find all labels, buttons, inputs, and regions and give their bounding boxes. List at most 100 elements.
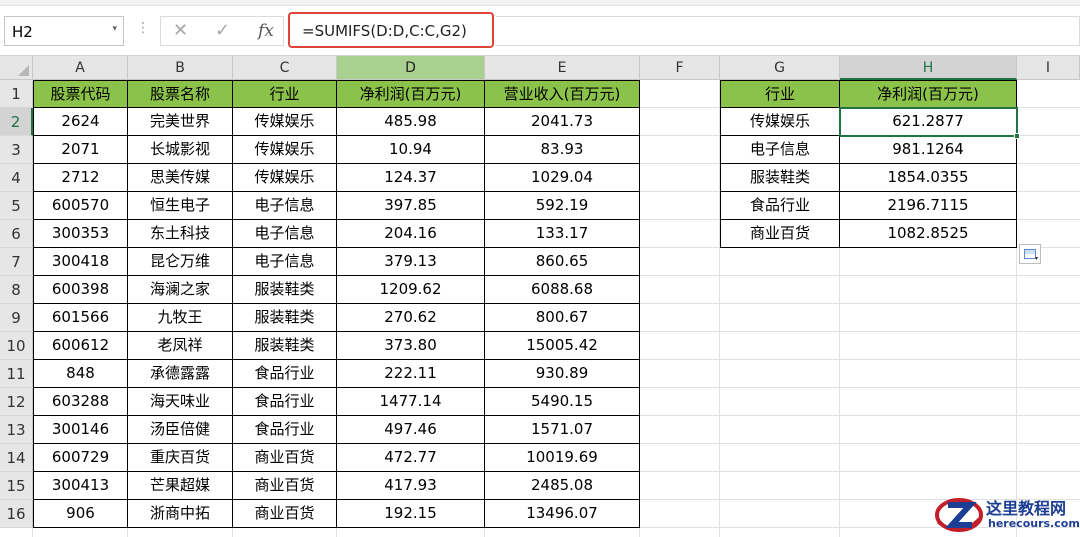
column-header-i[interactable]: I [1017, 56, 1080, 80]
left-table-cell[interactable]: 传媒娱乐 [233, 136, 337, 164]
column-header-e[interactable]: E [485, 56, 640, 80]
left-table-cell[interactable]: 2071 [33, 136, 128, 164]
row-header-14[interactable]: 14 [0, 444, 33, 472]
left-table-cell[interactable]: 860.65 [485, 248, 640, 276]
left-table-header-cell[interactable]: 股票名称 [128, 80, 233, 108]
row-header-10[interactable]: 10 [0, 332, 33, 360]
left-table-cell[interactable]: 海天味业 [128, 388, 233, 416]
row-header-8[interactable]: 8 [0, 276, 33, 304]
left-table-header-cell[interactable]: 行业 [233, 80, 337, 108]
row-header-7[interactable]: 7 [0, 248, 33, 276]
left-table-cell[interactable]: 10019.69 [485, 444, 640, 472]
column-header-g[interactable]: G [720, 56, 840, 80]
summary-table-cell[interactable]: 981.1264 [840, 136, 1017, 164]
left-table-cell[interactable]: 603288 [33, 388, 128, 416]
enter-icon[interactable]: ✓ [215, 20, 230, 41]
column-header-h[interactable]: H [840, 56, 1017, 80]
left-table-cell[interactable]: 204.16 [337, 220, 485, 248]
left-table-cell[interactable]: 800.67 [485, 304, 640, 332]
left-table-cell[interactable]: 10.94 [337, 136, 485, 164]
column-header-f[interactable]: F [640, 56, 720, 80]
left-table-cell[interactable]: 592.19 [485, 192, 640, 220]
summary-table-cell[interactable]: 2196.7115 [840, 192, 1017, 220]
left-table-cell[interactable]: 昆仑万维 [128, 248, 233, 276]
row-header-4[interactable]: 4 [0, 164, 33, 192]
left-table-cell[interactable]: 1571.07 [485, 416, 640, 444]
summary-table-cell[interactable]: 电子信息 [720, 136, 840, 164]
row-header-16[interactable]: 16 [0, 500, 33, 528]
left-table-cell[interactable]: 497.46 [337, 416, 485, 444]
left-table-cell[interactable]: 300146 [33, 416, 128, 444]
left-table-cell[interactable]: 930.89 [485, 360, 640, 388]
select-all-button[interactable] [0, 56, 33, 80]
formula-input-extension[interactable] [496, 16, 1080, 46]
left-table-cell[interactable]: 电子信息 [233, 248, 337, 276]
left-table-cell[interactable]: 老凤祥 [128, 332, 233, 360]
insert-function-icon[interactable]: fx [258, 21, 274, 41]
row-header-13[interactable]: 13 [0, 416, 33, 444]
left-table-cell[interactable]: 133.17 [485, 220, 640, 248]
left-table-cell[interactable]: 848 [33, 360, 128, 388]
row-header-12[interactable]: 12 [0, 388, 33, 416]
left-table-cell[interactable]: 600729 [33, 444, 128, 472]
left-table-cell[interactable]: 商业百货 [233, 472, 337, 500]
left-table-cell[interactable]: 222.11 [337, 360, 485, 388]
left-table-cell[interactable]: 13496.07 [485, 500, 640, 528]
left-table-cell[interactable]: 服装鞋类 [233, 332, 337, 360]
cancel-icon[interactable]: ✕ [173, 20, 188, 41]
left-table-cell[interactable]: 承德露露 [128, 360, 233, 388]
left-table-cell[interactable]: 5490.15 [485, 388, 640, 416]
left-table-cell[interactable]: 300353 [33, 220, 128, 248]
fill-handle[interactable] [1014, 133, 1020, 139]
row-header-9[interactable]: 9 [0, 304, 33, 332]
left-table-cell[interactable]: 397.85 [337, 192, 485, 220]
left-table-cell[interactable]: 379.13 [337, 248, 485, 276]
left-table-cell[interactable]: 芒果超媒 [128, 472, 233, 500]
left-table-cell[interactable]: 601566 [33, 304, 128, 332]
summary-table-header-cell[interactable]: 净利润(百万元) [840, 80, 1017, 108]
left-table-cell[interactable]: 1029.04 [485, 164, 640, 192]
left-table-cell[interactable]: 270.62 [337, 304, 485, 332]
left-table-cell[interactable]: 124.37 [337, 164, 485, 192]
left-table-cell[interactable]: 商业百货 [233, 444, 337, 472]
name-box[interactable]: H2 ▾ [4, 16, 124, 46]
left-table-cell[interactable]: 2712 [33, 164, 128, 192]
paste-options-icon[interactable]: ▾ [1019, 244, 1041, 264]
left-table-cell[interactable]: 417.93 [337, 472, 485, 500]
row-header-15[interactable]: 15 [0, 472, 33, 500]
name-box-dropdown-icon[interactable]: ▾ [112, 24, 117, 34]
left-table-cell[interactable]: 九牧王 [128, 304, 233, 332]
left-table-cell[interactable]: 373.80 [337, 332, 485, 360]
left-table-cell[interactable]: 2624 [33, 108, 128, 136]
left-table-cell[interactable]: 浙商中拓 [128, 500, 233, 528]
left-table-cell[interactable]: 食品行业 [233, 416, 337, 444]
left-table-cell[interactable]: 思美传媒 [128, 164, 233, 192]
left-table-cell[interactable]: 15005.42 [485, 332, 640, 360]
left-table-cell[interactable]: 服装鞋类 [233, 304, 337, 332]
left-table-cell[interactable]: 恒生电子 [128, 192, 233, 220]
column-header-a[interactable]: A [33, 56, 128, 80]
left-table-cell[interactable]: 重庆百货 [128, 444, 233, 472]
row-header-5[interactable]: 5 [0, 192, 33, 220]
left-table-cell[interactable]: 海澜之家 [128, 276, 233, 304]
left-table-cell[interactable]: 1477.14 [337, 388, 485, 416]
column-header-d[interactable]: D [337, 56, 485, 80]
left-table-cell[interactable]: 300413 [33, 472, 128, 500]
summary-table-cell[interactable]: 传媒娱乐 [720, 108, 840, 136]
left-table-cell[interactable]: 2041.73 [485, 108, 640, 136]
row-header-1[interactable]: 1 [0, 80, 33, 108]
left-table-cell[interactable]: 汤臣倍健 [128, 416, 233, 444]
column-header-b[interactable]: B [128, 56, 233, 80]
summary-table-cell[interactable]: 1082.8525 [840, 220, 1017, 248]
left-table-cell[interactable]: 食品行业 [233, 388, 337, 416]
row-header-3[interactable]: 3 [0, 136, 33, 164]
left-table-cell[interactable]: 300418 [33, 248, 128, 276]
left-table-cell[interactable]: 传媒娱乐 [233, 108, 337, 136]
left-table-cell[interactable]: 600398 [33, 276, 128, 304]
summary-table-cell[interactable]: 服装鞋类 [720, 164, 840, 192]
left-table-cell[interactable]: 906 [33, 500, 128, 528]
left-table-cell[interactable]: 192.15 [337, 500, 485, 528]
summary-table-cell[interactable]: 食品行业 [720, 192, 840, 220]
left-table-cell[interactable]: 完美世界 [128, 108, 233, 136]
left-table-cell[interactable]: 食品行业 [233, 360, 337, 388]
